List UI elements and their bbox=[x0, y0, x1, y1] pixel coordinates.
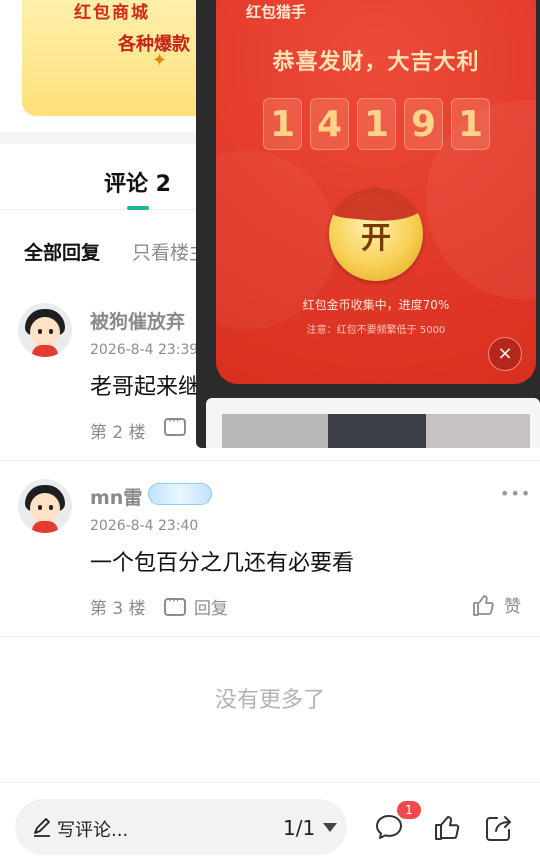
more-options-icon[interactable]: ••• bbox=[500, 484, 531, 503]
red-packet-headline: 恭喜发财，大吉大利 bbox=[272, 50, 480, 75]
reply-button[interactable] bbox=[164, 414, 194, 436]
counter-digit: 4 bbox=[310, 98, 349, 150]
close-icon[interactable]: × bbox=[488, 337, 522, 371]
promo-banner[interactable]: 红包商城 各种爆款 ✦ 只 bbox=[22, 0, 212, 116]
comment-time: 2026-8-4 23:39 bbox=[90, 342, 199, 358]
comment-icon[interactable] bbox=[374, 813, 404, 841]
promo-line-1: 红包商城 bbox=[74, 3, 150, 23]
comment-count-badge: 1 bbox=[397, 801, 421, 819]
progress-text: 红包金币收集中，进度70% bbox=[302, 298, 450, 312]
caret-down-icon[interactable] bbox=[323, 823, 337, 832]
comment-content: 一个包百分之几还有必要看 bbox=[90, 551, 355, 576]
counter-digit: 1 bbox=[263, 98, 302, 150]
no-more-text: 没有更多了 bbox=[214, 688, 325, 713]
like-button[interactable]: 赞 bbox=[472, 592, 521, 617]
red-packet-title: 红包猎手 bbox=[246, 3, 307, 21]
reply-label: 回复 bbox=[194, 599, 228, 619]
open-red-packet-button[interactable]: 开 bbox=[329, 187, 423, 281]
sparkle-icon: ✦ bbox=[152, 50, 168, 71]
coin-counter: 1 4 1 9 1 bbox=[263, 98, 490, 150]
write-comment-label: 写评论... bbox=[57, 820, 129, 841]
page-indicator[interactable]: 1/1 bbox=[283, 816, 315, 840]
comment-floor: 第 3 楼 bbox=[90, 599, 146, 619]
video-thumbnail-strip[interactable] bbox=[206, 398, 540, 448]
reply-button[interactable]: 回复 bbox=[164, 594, 228, 619]
open-label: 开 bbox=[361, 221, 391, 256]
counter-digit: 1 bbox=[451, 98, 490, 150]
comment-floor: 第 2 楼 bbox=[90, 423, 146, 443]
tab-active-indicator bbox=[127, 206, 149, 210]
comment-time: 2026-8-4 23:40 bbox=[90, 518, 199, 534]
divider bbox=[0, 460, 540, 461]
avatar[interactable] bbox=[18, 303, 72, 357]
share-icon[interactable] bbox=[484, 813, 514, 843]
thumbs-up-icon[interactable] bbox=[433, 813, 461, 841]
filter-all-replies[interactable]: 全部回复 bbox=[24, 238, 100, 265]
notice-text: 注意：红包不要频繁低于 5000 bbox=[306, 325, 446, 336]
counter-digit: 9 bbox=[404, 98, 443, 150]
comment-content: 老哥起来继 bbox=[90, 375, 201, 400]
red-packet-card: 红包猎手 恭喜发财，大吉大利 1 4 1 9 1 开 红包金币收集中，进度70%… bbox=[216, 0, 536, 384]
user-level-badge bbox=[148, 483, 212, 505]
thumbs-up-icon bbox=[473, 594, 494, 616]
like-label: 赞 bbox=[504, 597, 521, 617]
bottom-bar: 写评论... 1/1 1 bbox=[0, 782, 540, 856]
tab-comments[interactable]: 评论 2 bbox=[104, 166, 171, 198]
avatar[interactable] bbox=[18, 479, 72, 533]
comment-bubble-icon bbox=[164, 414, 186, 436]
comment-author[interactable]: 被狗催放弃 bbox=[90, 307, 185, 334]
pen-icon bbox=[34, 818, 50, 837]
write-comment-input[interactable]: 写评论... 1/1 bbox=[15, 799, 347, 855]
comment-bubble-icon bbox=[164, 594, 186, 616]
counter-digit: 1 bbox=[357, 98, 396, 150]
comment-author[interactable]: mn雷 bbox=[90, 483, 142, 510]
divider bbox=[0, 636, 540, 637]
